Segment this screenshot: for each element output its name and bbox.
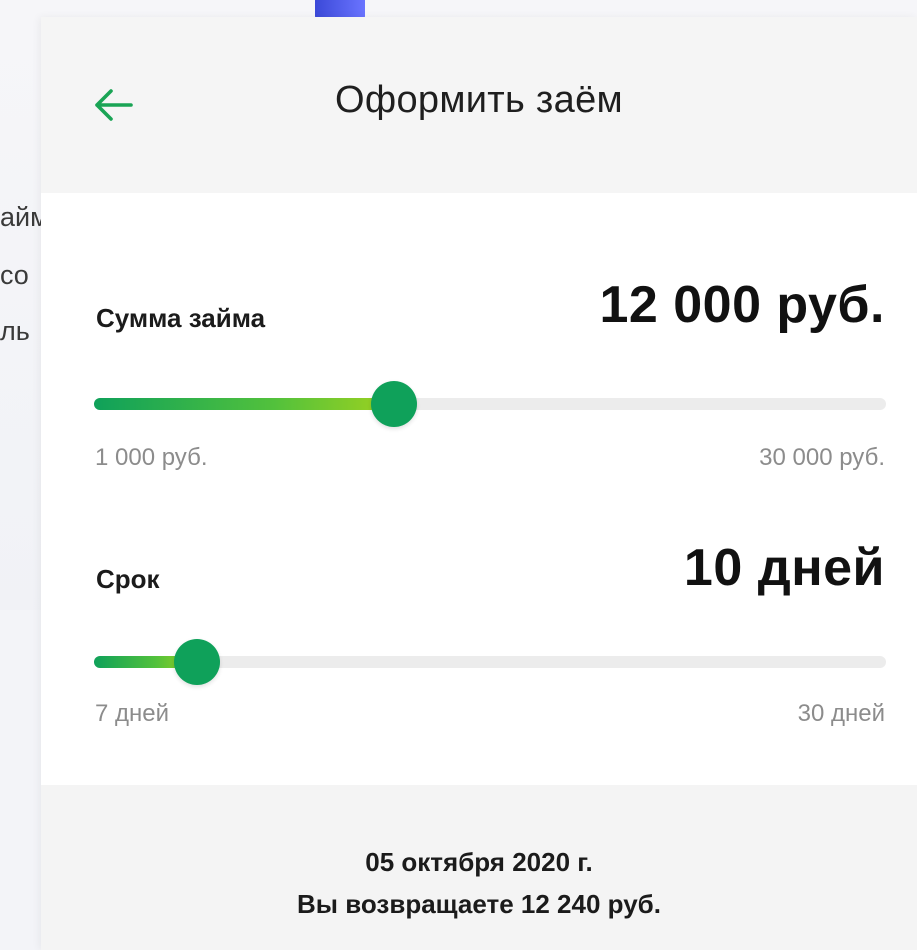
loan-amount-slider-thumb[interactable]	[371, 381, 418, 427]
loan-settings: Сумма займа 12 000 руб. 1 000 руб. 30 00…	[41, 193, 917, 785]
loan-amount-label: Сумма займа	[96, 303, 266, 333]
loan-amount-min-label: 1 000 руб.	[95, 444, 208, 471]
term-label: Срок	[96, 564, 160, 594]
term-slider[interactable]	[94, 639, 886, 685]
page-title: Оформить заём	[335, 79, 623, 121]
loan-amount-value: 12 000 руб.	[599, 276, 885, 334]
term-min-label: 7 дней	[95, 700, 170, 727]
loan-amount-slider[interactable]	[94, 381, 886, 427]
term-slider-thumb[interactable]	[174, 639, 221, 685]
loan-amount-max-label: 30 000 руб.	[759, 444, 885, 471]
return-date: 05 октября 2020 г.	[365, 847, 593, 877]
loan-amount-slider-fill	[94, 398, 395, 410]
loan-form-sheet: Оформить заём Сумма займа 12 000 руб. 1 …	[41, 17, 917, 950]
sheet-header: Оформить заём	[41, 17, 917, 193]
term-value: 10 дней	[683, 539, 885, 597]
background-accent-bar	[315, 0, 365, 18]
return-amount: Вы возвращаете 12 240 руб.	[297, 889, 661, 919]
term-max-label: 30 дней	[797, 700, 885, 727]
loan-summary: 05 октября 2020 г. Вы возвращаете 12 240…	[41, 785, 917, 950]
